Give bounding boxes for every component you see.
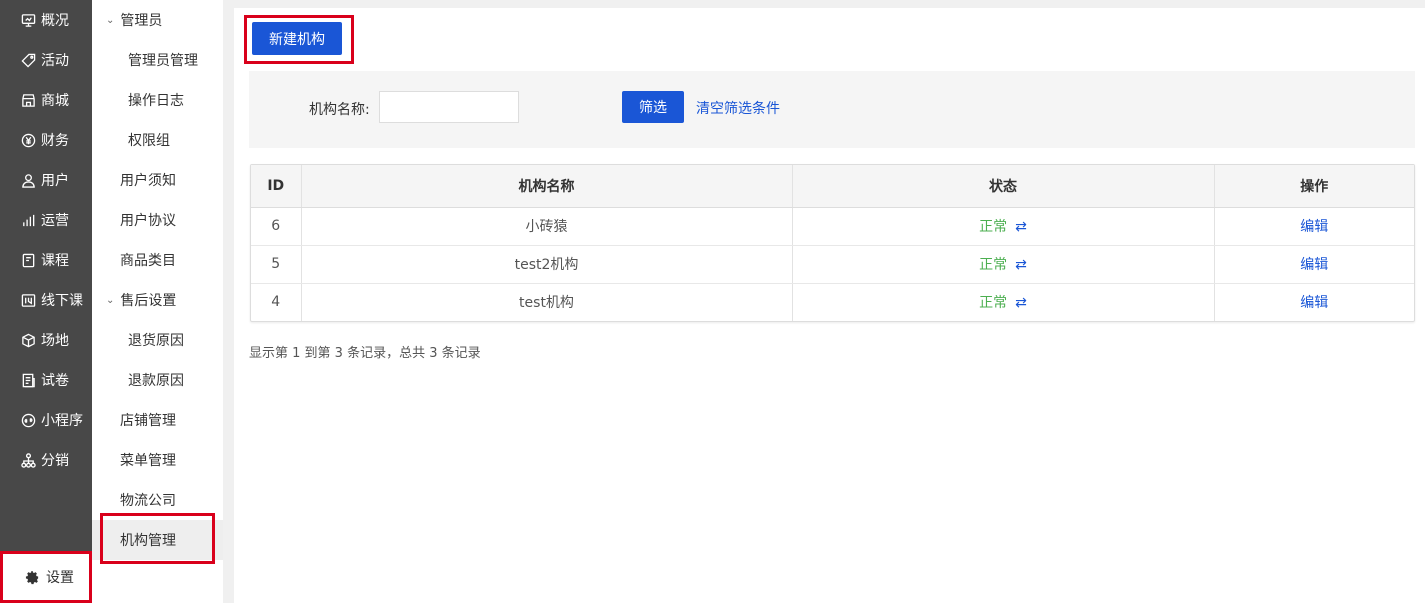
table-header-row: ID 机构名称 状态 操作 bbox=[251, 165, 1414, 208]
nav-label: 概况 bbox=[41, 13, 69, 29]
sub-group-aftersale[interactable]: ⌄ 售后设置 bbox=[92, 280, 223, 320]
paper-icon bbox=[20, 372, 36, 388]
nav-label: 用户 bbox=[41, 173, 69, 189]
filter-button[interactable]: 筛选 bbox=[622, 91, 684, 123]
nav-label: 课程 bbox=[41, 253, 69, 269]
network-icon bbox=[20, 452, 36, 468]
org-table: ID 机构名称 状态 操作 6 小砖猿 正常 ⇄ 编辑 5 test2机构 正常 ⇄ bbox=[250, 164, 1415, 322]
main-content: 新建机构 机构名称: 筛选 清空筛选条件 ID 机构名称 状态 操作 6 小砖猿… bbox=[234, 8, 1425, 603]
cell-id: 4 bbox=[251, 283, 302, 321]
book-icon bbox=[20, 252, 36, 268]
edit-link[interactable]: 编辑 bbox=[1300, 295, 1328, 311]
sub-group-label: 售后设置 bbox=[120, 293, 177, 309]
table-row: 6 小砖猿 正常 ⇄ 编辑 bbox=[251, 207, 1414, 246]
edit-link[interactable]: 编辑 bbox=[1300, 219, 1328, 235]
nav-label: 场地 bbox=[41, 333, 69, 349]
nav-item-exam[interactable]: 试卷 bbox=[0, 360, 92, 400]
nav-label: 线下课 bbox=[41, 293, 83, 309]
sub-item-return-reason[interactable]: 退货原因 bbox=[92, 320, 223, 360]
pagination-summary: 显示第 1 到第 3 条记录，总共 3 条记录 bbox=[249, 346, 481, 361]
table-row: 5 test2机构 正常 ⇄ 编辑 bbox=[251, 245, 1414, 284]
cell-name: 小砖猿 bbox=[301, 207, 793, 246]
new-org-button[interactable]: 新建机构 bbox=[252, 22, 342, 55]
org-name-input[interactable] bbox=[379, 91, 519, 123]
nav-item-offline-course[interactable]: 线下课 bbox=[0, 280, 92, 320]
clear-filter-link[interactable]: 清空筛选条件 bbox=[696, 98, 780, 118]
nav-label: 商城 bbox=[41, 93, 69, 109]
sub-item-user-agreement[interactable]: 用户协议 bbox=[92, 200, 223, 240]
col-header-id: ID bbox=[251, 165, 302, 208]
nav-item-mall[interactable]: 商城 bbox=[0, 80, 92, 120]
cell-status: 正常 ⇄ bbox=[792, 283, 1215, 321]
edit-link[interactable]: 编辑 bbox=[1300, 257, 1328, 273]
nav-item-operation[interactable]: 运营 bbox=[0, 200, 92, 240]
cell-action: 编辑 bbox=[1214, 207, 1414, 246]
nav-label: 分销 bbox=[41, 453, 69, 469]
store-icon bbox=[20, 92, 36, 108]
sub-item-perm-group[interactable]: 权限组 bbox=[92, 120, 223, 160]
sub-item-org-manage[interactable]: 机构管理 bbox=[92, 520, 223, 560]
nav-item-miniprogram[interactable]: 小程序 bbox=[0, 400, 92, 440]
nav-item-overview[interactable]: 概况 bbox=[0, 0, 92, 40]
yen-icon bbox=[20, 132, 36, 148]
sub-item-admin-manage[interactable]: 管理员管理 bbox=[92, 40, 223, 80]
col-header-name: 机构名称 bbox=[301, 165, 793, 208]
filter-label: 机构名称: bbox=[309, 102, 370, 118]
sub-item-logistics[interactable]: 物流公司 bbox=[92, 480, 223, 520]
cell-name: test2机构 bbox=[301, 245, 793, 284]
toggle-status-icon[interactable]: ⇄ bbox=[1015, 257, 1027, 273]
table-row: 4 test机构 正常 ⇄ 编辑 bbox=[251, 283, 1414, 321]
cube-icon bbox=[20, 332, 36, 348]
monitor-icon bbox=[20, 12, 36, 28]
col-header-action: 操作 bbox=[1214, 165, 1414, 208]
user-icon bbox=[20, 172, 36, 188]
nav-item-finance[interactable]: 财务 bbox=[0, 120, 92, 160]
sub-item-user-notice[interactable]: 用户须知 bbox=[92, 160, 223, 200]
status-badge: 正常 bbox=[979, 295, 1008, 312]
nav-label: 活动 bbox=[41, 53, 69, 69]
nav-item-activity[interactable]: 活动 bbox=[0, 40, 92, 80]
left-nav: 概况 活动 商城 财务 用户 运营 课程 线下课 场地 试卷 小程序 分销 设置 bbox=[0, 0, 92, 603]
sub-group-label: 管理员 bbox=[120, 13, 163, 29]
cell-action: 编辑 bbox=[1214, 245, 1414, 284]
sub-item-shop-manage[interactable]: 店铺管理 bbox=[92, 400, 223, 440]
nav-item-distribution[interactable]: 分销 bbox=[0, 440, 92, 480]
cell-id: 6 bbox=[251, 207, 302, 246]
calendar-icon bbox=[20, 292, 36, 308]
chevron-down-icon: ⌄ bbox=[106, 14, 115, 26]
miniprogram-icon bbox=[20, 412, 36, 428]
sub-item-category[interactable]: 商品类目 bbox=[92, 240, 223, 280]
sub-item-refund-reason[interactable]: 退款原因 bbox=[92, 360, 223, 400]
bar-chart-icon bbox=[20, 212, 36, 228]
nav-label: 小程序 bbox=[41, 413, 83, 429]
cell-action: 编辑 bbox=[1214, 283, 1414, 321]
gear-icon bbox=[25, 570, 40, 585]
chevron-down-icon: ⌄ bbox=[106, 294, 115, 306]
sub-nav: ⌄ 管理员 管理员管理 操作日志 权限组 用户须知 用户协议 商品类目 ⌄ 售后… bbox=[92, 0, 223, 603]
nav-item-course[interactable]: 课程 bbox=[0, 240, 92, 280]
nav-label: 设置 bbox=[46, 570, 74, 586]
col-header-status: 状态 bbox=[792, 165, 1215, 208]
cell-status: 正常 ⇄ bbox=[792, 207, 1215, 246]
nav-label: 试卷 bbox=[41, 373, 69, 389]
toggle-status-icon[interactable]: ⇄ bbox=[1015, 219, 1027, 235]
nav-item-settings[interactable]: 设置 bbox=[0, 551, 92, 603]
nav-label: 财务 bbox=[41, 133, 69, 149]
nav-item-venue[interactable]: 场地 bbox=[0, 320, 92, 360]
nav-label: 运营 bbox=[41, 213, 69, 229]
sub-item-menu-manage[interactable]: 菜单管理 bbox=[92, 440, 223, 480]
sub-item-op-log[interactable]: 操作日志 bbox=[92, 80, 223, 120]
cell-name: test机构 bbox=[301, 283, 793, 321]
sub-group-admin[interactable]: ⌄ 管理员 bbox=[92, 0, 223, 40]
cell-status: 正常 ⇄ bbox=[792, 245, 1215, 284]
filter-bar: 机构名称: 筛选 清空筛选条件 bbox=[249, 71, 1415, 148]
tag-icon bbox=[20, 52, 36, 68]
toggle-status-icon[interactable]: ⇄ bbox=[1015, 295, 1027, 311]
cell-id: 5 bbox=[251, 245, 302, 284]
status-badge: 正常 bbox=[979, 219, 1008, 235]
status-badge: 正常 bbox=[979, 257, 1008, 273]
nav-item-user[interactable]: 用户 bbox=[0, 160, 92, 200]
